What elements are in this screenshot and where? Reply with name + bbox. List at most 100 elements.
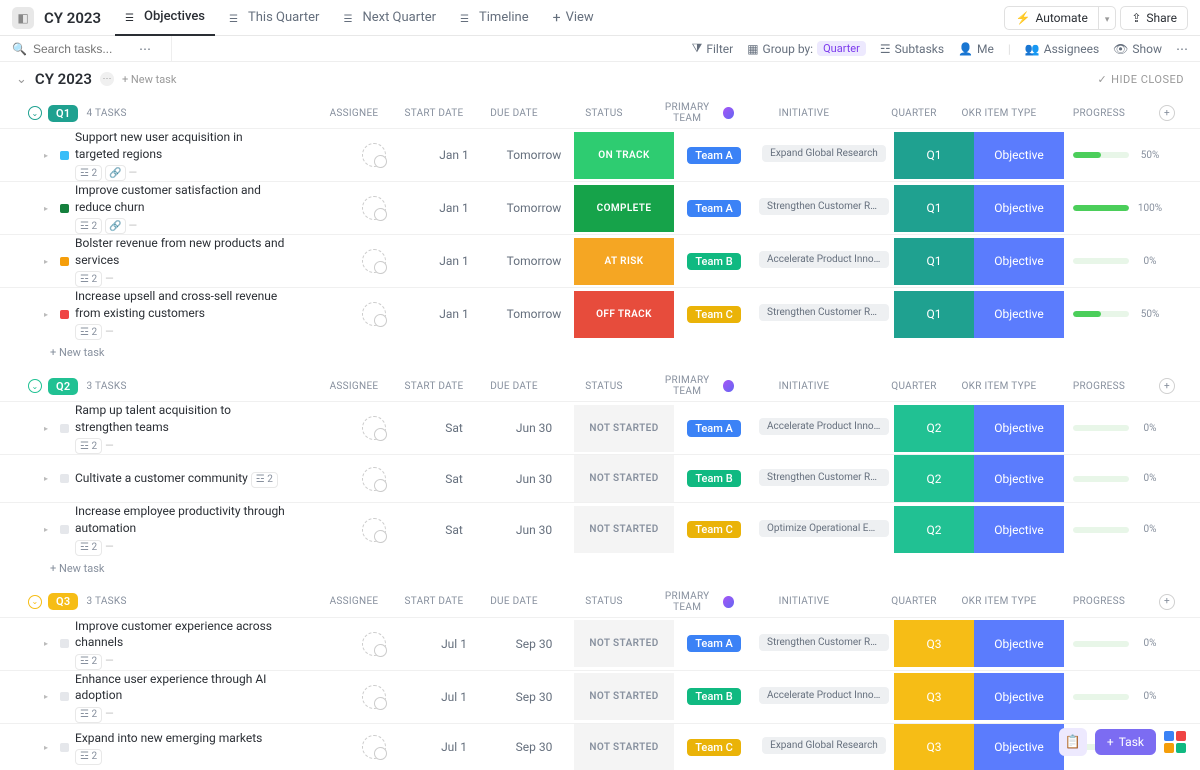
- new-task-float-button[interactable]: +Task: [1095, 729, 1156, 755]
- task-row[interactable]: ▸ Increase upsell and cross-sell revenue…: [0, 287, 1200, 340]
- col-initiative[interactable]: INITIATIVE: [734, 381, 874, 392]
- col-progress[interactable]: PROGRESS: [1044, 108, 1154, 119]
- expand-row-icon[interactable]: ▸: [44, 474, 54, 483]
- task-row[interactable]: ▸ Ramp up talent acquisition to strength…: [0, 401, 1200, 454]
- initiative-cell[interactable]: Strengthen Customer Retenti...: [754, 469, 894, 489]
- quarter-cell[interactable]: Q3: [894, 673, 974, 720]
- status-cell[interactable]: COMPLETE: [574, 185, 674, 232]
- task-row[interactable]: ▸ Improve customer satisfaction and redu…: [0, 181, 1200, 234]
- initiative-cell[interactable]: Strengthen Customer Retenti...: [754, 634, 894, 654]
- filter-button[interactable]: ⧩Filter: [692, 41, 734, 56]
- okr-type-cell[interactable]: Objective: [974, 673, 1064, 720]
- status-cell[interactable]: NOT STARTED: [574, 724, 674, 770]
- quarter-cell[interactable]: Q1: [894, 291, 974, 338]
- okr-type-cell[interactable]: Objective: [974, 291, 1064, 338]
- collapse-group-icon[interactable]: ⌄: [28, 379, 42, 393]
- expand-row-icon[interactable]: ▸: [44, 692, 54, 701]
- assignee-placeholder[interactable]: [362, 143, 386, 167]
- row-more-icon[interactable]: —: [129, 219, 138, 232]
- task-row[interactable]: ▸ Improve customer experience across cha…: [0, 617, 1200, 670]
- initiative-cell[interactable]: Accelerate Product Innovation: [754, 418, 894, 438]
- quarter-cell[interactable]: Q2: [894, 455, 974, 502]
- progress-cell[interactable]: 100%: [1064, 203, 1174, 214]
- due-date-cell[interactable]: Sep 30: [494, 690, 574, 704]
- show-button[interactable]: 👁Show: [1113, 42, 1162, 56]
- quarter-badge[interactable]: Q1: [48, 105, 78, 122]
- initiative-cell[interactable]: Optimize Operational Efficien...: [754, 520, 894, 540]
- task-title[interactable]: Increase employee productivity through a…: [75, 503, 285, 537]
- tab-timeline[interactable]: Timeline: [450, 0, 539, 36]
- col-start-date[interactable]: START DATE: [394, 596, 474, 607]
- subtask-count[interactable]: ☲ 2: [75, 654, 102, 670]
- col-start-date[interactable]: START DATE: [394, 381, 474, 392]
- subtask-count[interactable]: ☲ 2: [75, 438, 102, 454]
- collapse-year-icon[interactable]: ⌄: [16, 72, 27, 87]
- progress-cell[interactable]: 0%: [1064, 691, 1174, 702]
- okr-type-cell[interactable]: Objective: [974, 620, 1064, 667]
- assignee-placeholder[interactable]: [362, 302, 386, 326]
- okr-type-cell[interactable]: Objective: [974, 405, 1064, 452]
- col-primary-team[interactable]: PRIMARY TEAM: [654, 591, 734, 613]
- task-row[interactable]: ▸ Enhance user experience through AI ado…: [0, 670, 1200, 723]
- col-due-date[interactable]: DUE DATE: [474, 596, 554, 607]
- row-more-icon[interactable]: —: [105, 272, 114, 285]
- col-initiative[interactable]: INITIATIVE: [734, 108, 874, 119]
- team-cell[interactable]: Team A: [674, 635, 754, 652]
- task-title[interactable]: Enhance user experience through AI adopt…: [75, 671, 285, 705]
- task-row[interactable]: ▸ Cultivate a customer community ☲ 2 Sat…: [0, 454, 1200, 502]
- expand-row-icon[interactable]: ▸: [44, 204, 54, 213]
- col-status[interactable]: STATUS: [554, 596, 654, 607]
- due-date-cell[interactable]: Tomorrow: [494, 254, 574, 268]
- quarter-badge[interactable]: Q3: [48, 593, 78, 610]
- team-cell[interactable]: Team B: [674, 253, 754, 270]
- task-title[interactable]: Improve customer experience across chann…: [75, 618, 285, 652]
- col-assignee[interactable]: ASSIGNEE: [314, 596, 394, 607]
- initiative-cell[interactable]: Strengthen Customer Retenti...: [754, 304, 894, 324]
- share-button[interactable]: ⇪Share: [1120, 6, 1188, 30]
- start-date-cell[interactable]: Jul 1: [414, 690, 494, 704]
- row-more-icon[interactable]: —: [105, 654, 114, 667]
- subtask-count[interactable]: ☲ 2: [251, 472, 278, 488]
- search-input[interactable]: [33, 42, 133, 56]
- quarter-cell[interactable]: Q1: [894, 238, 974, 285]
- subtask-count[interactable]: ☲ 2: [75, 749, 102, 765]
- col-assignee[interactable]: ASSIGNEE: [314, 381, 394, 392]
- assignee-placeholder[interactable]: [362, 685, 386, 709]
- row-more-icon[interactable]: —: [105, 325, 114, 338]
- col-status[interactable]: STATUS: [554, 108, 654, 119]
- new-task-group[interactable]: + New task: [0, 340, 1200, 369]
- tab-this-quarter[interactable]: This Quarter: [219, 0, 329, 36]
- subtask-count[interactable]: ☲ 2: [75, 271, 102, 287]
- add-column-button[interactable]: +: [1159, 105, 1175, 121]
- add-column-button[interactable]: +: [1159, 594, 1175, 610]
- status-cell[interactable]: NOT STARTED: [574, 620, 674, 667]
- quarter-cell[interactable]: Q2: [894, 506, 974, 553]
- progress-cell[interactable]: 50%: [1064, 309, 1174, 320]
- task-title[interactable]: Cultivate a customer community ☲ 2: [75, 470, 278, 488]
- col-status[interactable]: STATUS: [554, 381, 654, 392]
- subtask-count[interactable]: ☲ 2: [75, 165, 102, 181]
- initiative-cell[interactable]: Accelerate Product Innovation: [754, 687, 894, 707]
- assignee-placeholder[interactable]: [362, 416, 386, 440]
- progress-cell[interactable]: 0%: [1064, 423, 1174, 434]
- start-date-cell[interactable]: Jan 1: [414, 201, 494, 215]
- team-cell[interactable]: Team B: [674, 688, 754, 705]
- hide-closed-button[interactable]: ✓HIDE CLOSED: [1097, 73, 1184, 86]
- progress-cell[interactable]: 0%: [1064, 473, 1174, 484]
- progress-cell[interactable]: 0%: [1064, 256, 1174, 267]
- status-cell[interactable]: NOT STARTED: [574, 673, 674, 720]
- task-title[interactable]: Support new user acquisition in targeted…: [75, 129, 285, 163]
- team-cell[interactable]: Team C: [674, 739, 754, 756]
- initiative-cell[interactable]: Expand Global Research: [754, 145, 894, 165]
- subtask-count[interactable]: ☲ 2: [75, 324, 102, 340]
- expand-row-icon[interactable]: ▸: [44, 310, 54, 319]
- expand-row-icon[interactable]: ▸: [44, 525, 54, 534]
- progress-cell[interactable]: 0%: [1064, 638, 1174, 649]
- tab-next-quarter[interactable]: Next Quarter: [333, 0, 446, 36]
- search-options-icon[interactable]: ⋯: [139, 42, 151, 56]
- start-date-cell[interactable]: Jul 1: [414, 740, 494, 754]
- col-progress[interactable]: PROGRESS: [1044, 596, 1154, 607]
- task-row[interactable]: ▸ Expand into new emerging markets ☲ 2 J…: [0, 723, 1200, 770]
- col-assignee[interactable]: ASSIGNEE: [314, 108, 394, 119]
- subtask-count[interactable]: ☲ 2: [75, 540, 102, 556]
